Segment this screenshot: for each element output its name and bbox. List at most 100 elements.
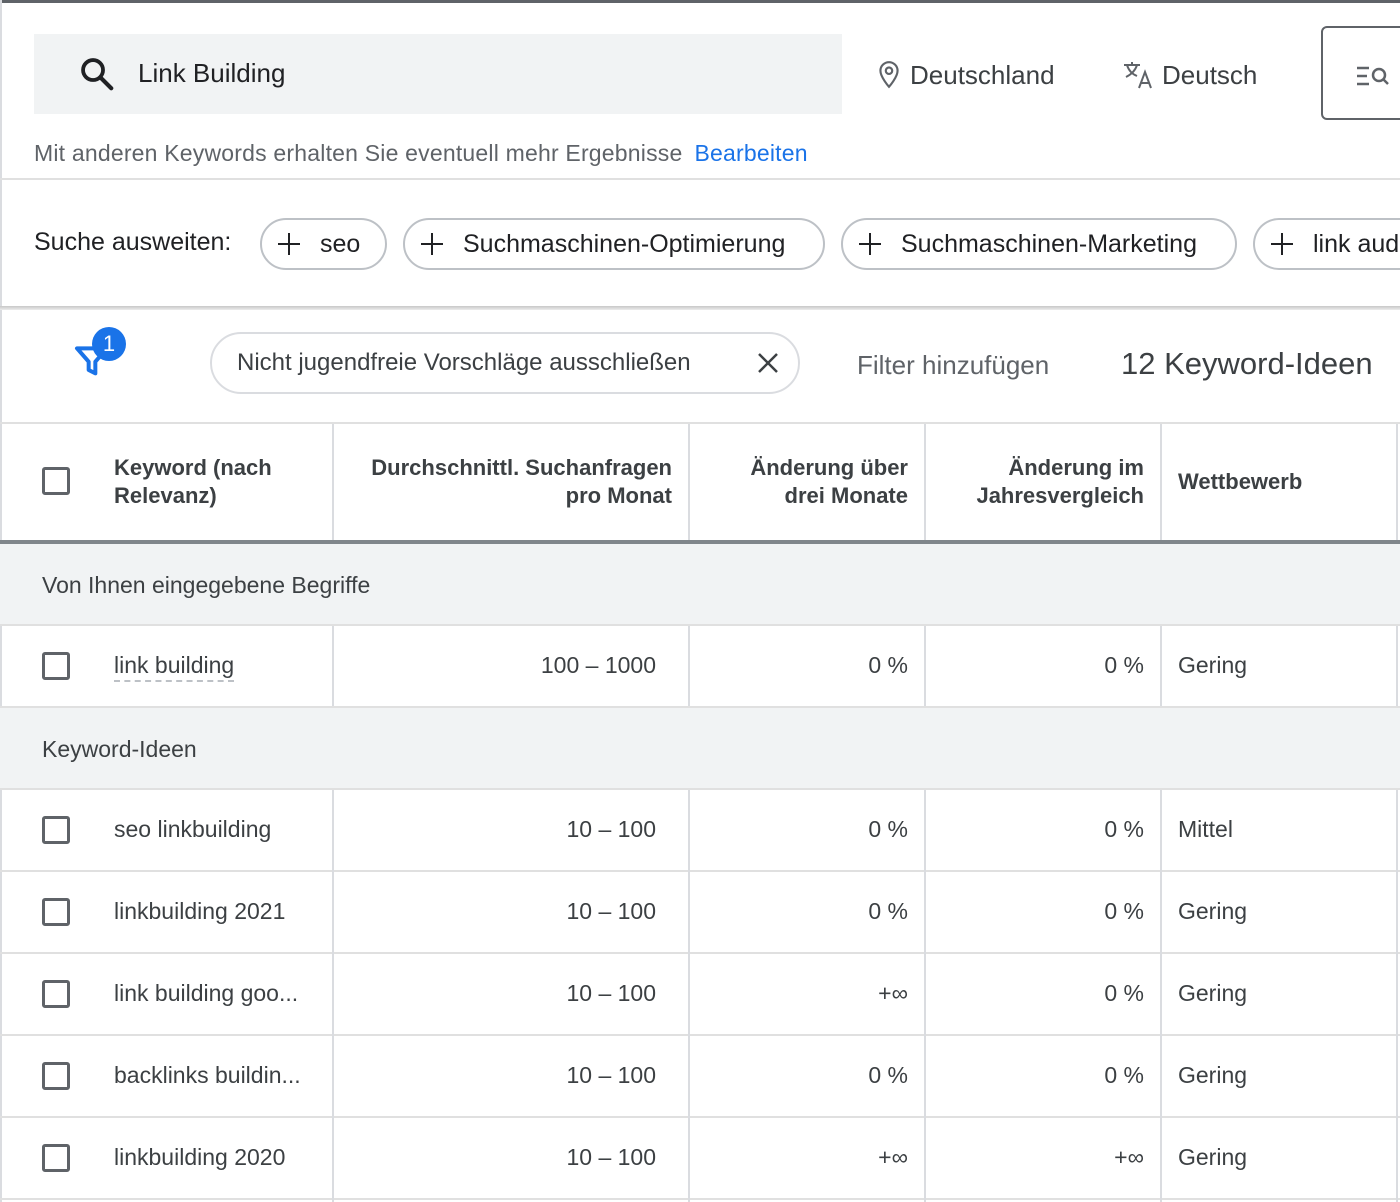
search-icon <box>81 58 114 91</box>
chip-label: link aud <box>1313 229 1400 258</box>
column-divider <box>688 626 690 706</box>
row-divider <box>0 1198 1400 1200</box>
row-checkbox[interactable] <box>42 816 70 844</box>
row-divider <box>0 952 1400 954</box>
column-divider <box>332 626 334 706</box>
row-checkbox[interactable] <box>42 652 70 680</box>
location-label: Deutschland <box>910 59 1055 90</box>
three-month-change-cell: 0 % <box>868 652 908 678</box>
keyword-hint: Mit anderen Keywords erhalten Sie eventu… <box>34 140 808 167</box>
language-label: Deutsch <box>1162 59 1258 90</box>
row-divider <box>0 1116 1400 1118</box>
search-options-button[interactable] <box>1321 26 1400 120</box>
expand-chip-suchmaschinen-optimierung[interactable]: Suchmaschinen-Optimierung <box>403 218 825 270</box>
header-avg-line2: pro Monat <box>565 483 672 508</box>
close-icon[interactable] <box>756 351 780 375</box>
row-divider <box>0 788 1400 790</box>
expand-search-label: Suche ausweiten: <box>34 228 232 256</box>
keyword-cell[interactable]: linkbuilding 2020 <box>114 1144 285 1171</box>
plus-icon <box>278 233 300 255</box>
row-divider <box>0 1034 1400 1036</box>
column-divider <box>1396 626 1398 706</box>
list-search-icon <box>1357 66 1389 86</box>
header-avg-line1: Durchschnittl. Suchanfragen <box>371 455 672 480</box>
chip-label: Suchmaschinen-Marketing <box>901 229 1197 258</box>
divider-shadow <box>0 306 1400 310</box>
row-checkbox[interactable] <box>42 980 70 1008</box>
hint-text: Mit anderen Keywords erhalten Sie eventu… <box>34 140 683 166</box>
language-selector[interactable]: Deutsch <box>1122 58 1257 92</box>
row-checkbox[interactable] <box>42 898 70 926</box>
header-three-month-line2: drei Monate <box>784 483 908 508</box>
keyword-search-field[interactable]: Link Building <box>34 34 842 114</box>
three-month-change-cell: 0 % <box>868 898 908 924</box>
avg-searches-cell: 10 – 100 <box>566 1144 656 1170</box>
column-divider <box>332 424 334 541</box>
header-yoy-line1: Änderung im <box>1008 455 1144 480</box>
column-divider <box>1160 790 1162 1202</box>
location-pin-icon <box>879 61 899 89</box>
keyword-cell[interactable]: link building goo... <box>114 980 298 1007</box>
section-entered-terms: Von Ihnen eingegebene Begriffe <box>0 544 1400 626</box>
row-checkbox[interactable] <box>42 1144 70 1172</box>
three-month-change-cell: +∞ <box>878 980 908 1006</box>
keyword-ideas-count: 12 Keyword-Ideen <box>1121 346 1373 381</box>
column-divider <box>924 424 926 541</box>
avg-searches-cell: 10 – 100 <box>566 980 656 1006</box>
header-keyword-line2: Relevanz) <box>114 483 217 508</box>
add-filter-button[interactable]: Filter hinzufügen <box>857 350 1049 381</box>
plus-icon <box>859 233 881 255</box>
header-yoy-line2: Jahresvergleich <box>976 483 1144 508</box>
keyword-cell[interactable]: seo linkbuilding <box>114 816 271 843</box>
expand-chip-suchmaschinen-marketing[interactable]: Suchmaschinen-Marketing <box>841 218 1237 270</box>
plus-icon <box>1271 233 1293 255</box>
yoy-change-cell: +∞ <box>1114 1144 1144 1170</box>
column-divider <box>1396 790 1398 1202</box>
avg-searches-cell: 10 – 100 <box>566 898 656 924</box>
avg-searches-cell: 100 – 1000 <box>540 652 656 678</box>
select-all-checkbox[interactable] <box>42 467 70 495</box>
divider <box>0 422 1400 424</box>
chip-label: Suchmaschinen-Optimierung <box>463 229 786 258</box>
three-month-change-cell: 0 % <box>868 816 908 842</box>
keyword-cell[interactable]: link building <box>114 652 235 682</box>
column-divider <box>688 424 690 541</box>
keyword-cell[interactable]: linkbuilding 2021 <box>114 898 285 925</box>
search-query-text: Link Building <box>138 58 286 88</box>
edit-link[interactable]: Bearbeiten <box>694 140 807 166</box>
top-border <box>0 0 1400 3</box>
filter-count-badge: 1 <box>92 327 126 361</box>
competition-cell: Gering <box>1178 652 1248 678</box>
three-month-change-cell: +∞ <box>878 1144 908 1170</box>
competition-cell: Mittel <box>1178 816 1233 842</box>
row-divider <box>0 624 1400 626</box>
header-three-month-line1: Änderung über <box>750 455 908 480</box>
three-month-change-cell: 0 % <box>868 1062 908 1088</box>
yoy-change-cell: 0 % <box>1104 898 1144 924</box>
column-divider <box>688 790 690 1202</box>
column-divider <box>924 626 926 706</box>
row-checkbox[interactable] <box>42 1062 70 1090</box>
section-title: Keyword-Ideen <box>42 736 197 762</box>
yoy-change-cell: 0 % <box>1104 816 1144 842</box>
section-keyword-ideas: Keyword-Ideen <box>0 708 1400 790</box>
column-divider <box>1160 424 1162 541</box>
active-filter-label: Nicht jugendfreie Vorschläge ausschließe… <box>237 349 691 376</box>
yoy-change-cell: 0 % <box>1104 652 1144 678</box>
competition-cell: Gering <box>1178 980 1248 1006</box>
active-filter-chip[interactable]: Nicht jugendfreie Vorschläge ausschließe… <box>210 332 800 394</box>
column-divider <box>1396 424 1398 541</box>
column-divider <box>1160 626 1162 706</box>
competition-cell: Gering <box>1178 898 1248 924</box>
column-divider <box>332 790 334 1202</box>
header-keyword-line1: Keyword (nach <box>114 455 272 480</box>
section-title: Von Ihnen eingegebene Begriffe <box>42 572 371 598</box>
chip-label: seo <box>320 229 361 258</box>
yoy-change-cell: 0 % <box>1104 1062 1144 1088</box>
expand-chip-link-aud[interactable]: link aud <box>1253 218 1400 270</box>
avg-searches-cell: 10 – 100 <box>566 1062 656 1088</box>
competition-cell: Gering <box>1178 1144 1248 1170</box>
expand-chip-seo[interactable]: seo <box>260 218 387 270</box>
location-selector[interactable]: Deutschland <box>876 58 1055 92</box>
keyword-cell[interactable]: backlinks buildin... <box>114 1062 301 1089</box>
